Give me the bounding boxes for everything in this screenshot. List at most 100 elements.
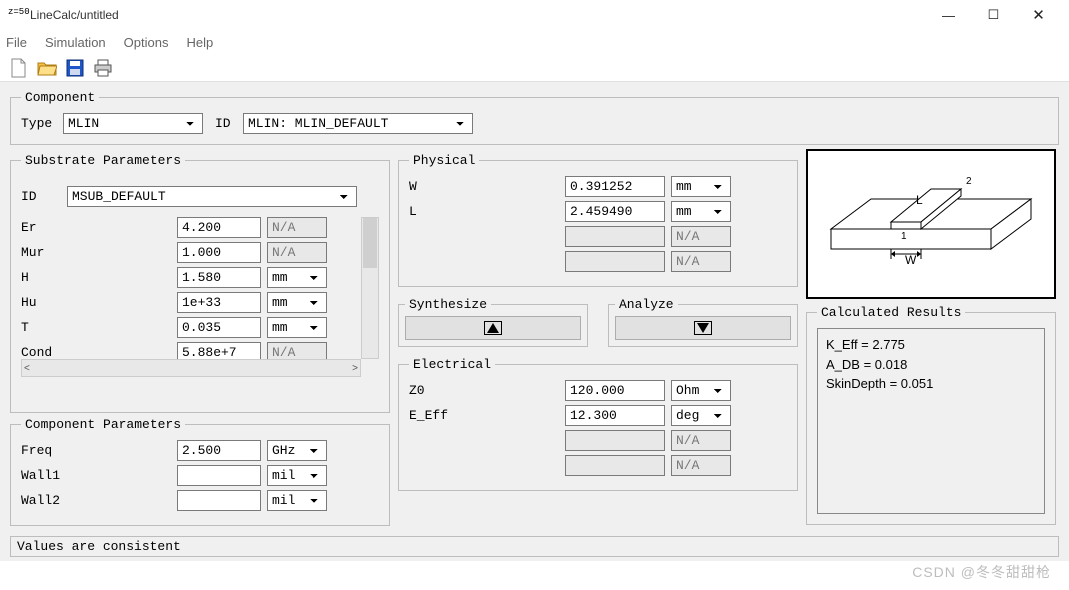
id-label: ID (215, 116, 237, 131)
print-button[interactable] (92, 57, 114, 79)
open-file-button[interactable] (36, 57, 58, 79)
app-icon: z=50 (8, 7, 24, 23)
menu-file[interactable]: File (6, 35, 27, 50)
electrical-legend: Electrical (409, 357, 495, 372)
elec4-unit[interactable]: N/A (671, 455, 731, 476)
phys4-input (565, 251, 665, 272)
substrate-legend: Substrate Parameters (21, 153, 185, 168)
results-group: Calculated Results K_Eff = 2.775 A_DB = … (806, 305, 1056, 525)
param-unit-hu[interactable]: mm (267, 292, 327, 313)
component-legend: Component (21, 90, 99, 105)
wall1-unit[interactable]: mil (267, 465, 327, 486)
substrate-group: Substrate Parameters ID MSUB_DEFAULT Er … (10, 153, 390, 413)
eeff-unit[interactable]: deg (671, 405, 731, 426)
substrate-scroll-v[interactable] (361, 217, 379, 359)
wall1-input[interactable] (177, 465, 261, 486)
scroll-thumb[interactable] (363, 218, 377, 268)
svg-text:W: W (905, 253, 917, 267)
l-unit[interactable]: mm (671, 201, 731, 222)
param-unit-mur[interactable]: N/A (267, 242, 327, 263)
results-legend: Calculated Results (817, 305, 965, 320)
z0-input[interactable] (565, 380, 665, 401)
z0-unit[interactable]: Ohm (671, 380, 731, 401)
freq-unit[interactable]: GHz (267, 440, 327, 461)
param-label: Cond (21, 345, 171, 360)
param-label: Z0 (409, 383, 559, 398)
comp-row-wall2: Wall2 mil (21, 490, 379, 511)
elec4-input (565, 455, 665, 476)
substrate-id-label: ID (21, 189, 61, 204)
param-value-t[interactable] (177, 317, 261, 338)
result-line: SkinDepth = 0.051 (826, 374, 1036, 394)
substrate-id-combo[interactable]: MSUB_DEFAULT (67, 186, 357, 207)
freq-input[interactable] (177, 440, 261, 461)
wall2-input[interactable] (177, 490, 261, 511)
substrate-scroll-h[interactable]: <> (21, 359, 361, 377)
close-button[interactable]: ✕ (1016, 1, 1061, 29)
sub-row-mur: Mur N/A (21, 242, 379, 263)
param-unit-t[interactable]: mm (267, 317, 327, 338)
analyze-group: Analyze (608, 297, 798, 347)
synthesize-button[interactable] (405, 316, 581, 340)
param-label: H (21, 270, 171, 285)
open-folder-icon (37, 59, 57, 77)
param-unit-h[interactable]: mm (267, 267, 327, 288)
w-unit[interactable]: mm (671, 176, 731, 197)
phys4-unit[interactable]: N/A (671, 251, 731, 272)
save-button[interactable] (64, 57, 86, 79)
param-value-mur[interactable] (177, 242, 261, 263)
param-label: W (409, 179, 559, 194)
wall2-unit[interactable]: mil (267, 490, 327, 511)
arrow-up-icon (487, 323, 499, 333)
svg-text:2: 2 (966, 176, 972, 187)
svg-text:1: 1 (901, 231, 907, 242)
param-label: Hu (21, 295, 171, 310)
middle-column: Physical Wmm Lmm N/A N/A Synthesize Anal… (398, 149, 798, 495)
microstrip-diagram: L W 1 2 (806, 149, 1056, 299)
titlebar: z=50 LineCalc/untitled — ☐ ✕ (0, 0, 1069, 30)
print-icon (93, 59, 113, 77)
w-input[interactable] (565, 176, 665, 197)
id-combo[interactable]: MLIN: MLIN_DEFAULT (243, 113, 473, 134)
window-controls: — ☐ ✕ (926, 1, 1061, 29)
component-params-group: Component Parameters Freq GHz Wall1 mil … (10, 417, 390, 526)
workarea: Component Type MLIN ID MLIN: MLIN_DEFAUL… (0, 82, 1069, 561)
maximize-button[interactable]: ☐ (971, 1, 1016, 29)
new-file-icon (10, 58, 28, 78)
type-combo[interactable]: MLIN (63, 113, 203, 134)
l-input[interactable] (565, 201, 665, 222)
param-value-h[interactable] (177, 267, 261, 288)
right-column: L W 1 2 Calculated Results K_Eff = 2.775… (806, 149, 1056, 529)
param-label: Wall2 (21, 493, 171, 508)
scroll-right-icon[interactable]: > (352, 363, 358, 374)
menu-help[interactable]: Help (186, 35, 213, 50)
elec3-unit[interactable]: N/A (671, 430, 731, 451)
phys3-unit[interactable]: N/A (671, 226, 731, 247)
scroll-left-icon[interactable]: < (24, 363, 30, 374)
comp-row-wall1: Wall1 mil (21, 465, 379, 486)
new-file-button[interactable] (8, 57, 30, 79)
window-title: LineCalc/untitled (30, 8, 926, 22)
result-line: K_Eff = 2.775 (826, 335, 1036, 355)
toolbar (0, 54, 1069, 82)
param-label: T (21, 320, 171, 335)
analyze-legend: Analyze (615, 297, 678, 312)
eeff-input[interactable] (565, 405, 665, 426)
watermark: CSDN @冬冬甜甜枪 (912, 562, 1051, 582)
menubar: File Simulation Options Help (0, 30, 1069, 54)
type-label: Type (21, 116, 57, 131)
param-unit-er[interactable]: N/A (267, 217, 327, 238)
minimize-button[interactable]: — (926, 1, 971, 29)
param-value-hu[interactable] (177, 292, 261, 313)
substrate-list: Er N/A Mur N/A H mm Hu (21, 217, 379, 377)
component-group: Component Type MLIN ID MLIN: MLIN_DEFAUL… (10, 90, 1059, 145)
analyze-button[interactable] (615, 316, 791, 340)
param-label: Er (21, 220, 171, 235)
physical-legend: Physical (409, 153, 479, 168)
param-label: L (409, 204, 559, 219)
param-label: Wall1 (21, 468, 171, 483)
menu-options[interactable]: Options (124, 35, 169, 50)
menu-simulation[interactable]: Simulation (45, 35, 106, 50)
param-value-er[interactable] (177, 217, 261, 238)
arrow-down-icon (697, 323, 709, 333)
